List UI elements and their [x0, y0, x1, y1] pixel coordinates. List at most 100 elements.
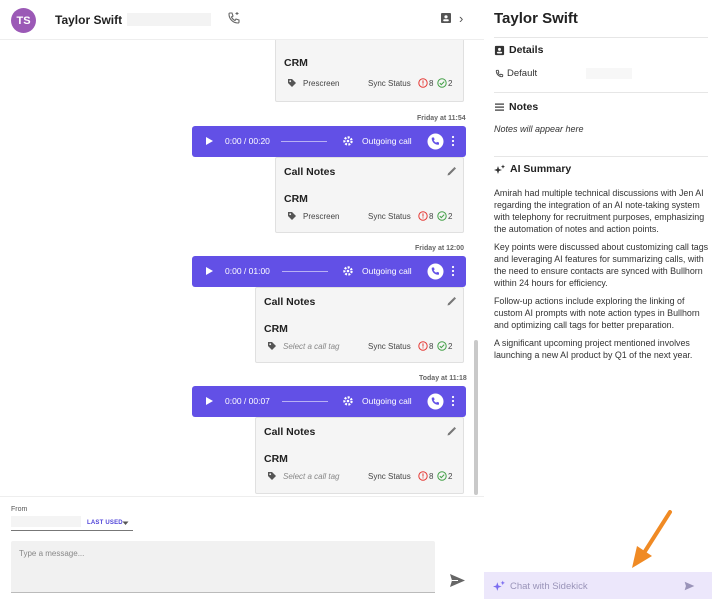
check-circle-icon — [437, 341, 447, 351]
phone-badge-icon[interactable] — [427, 133, 444, 150]
divider — [494, 156, 708, 157]
message-input[interactable]: Type a message... — [11, 541, 435, 593]
check-circle-icon — [437, 78, 447, 88]
summary-paragraph: Amirah had multiple technical discussion… — [494, 188, 705, 234]
error-count: 8 — [429, 212, 434, 221]
sidekick-chat-input[interactable]: Chat with Sidekick — [484, 572, 712, 599]
error-count: 8 — [429, 342, 434, 351]
synced-count: 2 — [448, 79, 453, 88]
playback-progress[interactable] — [281, 141, 327, 142]
details-heading[interactable]: Details — [494, 44, 543, 56]
sync-status-label: Sync Status — [368, 472, 411, 481]
tag-icon[interactable] — [287, 211, 297, 221]
sidebar-title: Taylor Swift — [494, 10, 578, 27]
notes-heading[interactable]: Notes — [494, 101, 538, 113]
more-vertical-icon[interactable] — [451, 394, 455, 408]
message-thread[interactable]: CRM Prescreen Sync Status 8 2 Friday at … — [0, 40, 484, 496]
last-used-badge: LAST USED — [87, 520, 123, 526]
thread-scrollbar[interactable] — [474, 340, 478, 495]
phone-type-label: Default — [507, 68, 538, 79]
lines-icon — [495, 103, 504, 111]
gear-icon[interactable] — [342, 395, 354, 407]
redacted-from-number[interactable] — [11, 516, 81, 527]
sync-status-label: Sync Status — [368, 212, 411, 221]
sync-status-label: Sync Status — [368, 342, 411, 351]
call-direction: Outgoing call — [362, 136, 412, 146]
crm-label: CRM — [284, 57, 308, 69]
call-notes-card: Call Notes CRM Prescreen Sync Status 8 2 — [275, 157, 464, 233]
details-heading-label: Details — [509, 44, 544, 56]
notes-heading-label: Notes — [509, 101, 539, 113]
from-label: From — [11, 506, 28, 513]
send-icon[interactable] — [684, 581, 695, 591]
pencil-icon[interactable] — [446, 166, 457, 177]
message-composer: From LAST USED Type a message... — [0, 496, 484, 599]
error-circle-icon — [418, 78, 428, 88]
from-select-underline — [11, 530, 133, 531]
call-recording-player[interactable]: 0:00 / 01:00 Outgoing call — [192, 256, 466, 287]
ai-summary-heading[interactable]: AI Summary — [494, 163, 571, 175]
ai-summary-heading-label: AI Summary — [510, 163, 572, 175]
play-icon[interactable] — [205, 136, 214, 146]
chevron-right-icon[interactable]: › — [459, 11, 463, 26]
gear-icon[interactable] — [342, 265, 354, 277]
call-timestamp: Today at 11:18 — [419, 375, 467, 382]
play-icon[interactable] — [205, 396, 214, 406]
caret-down-icon[interactable] — [122, 521, 129, 526]
phone-icon[interactable] — [227, 11, 241, 25]
error-circle-icon — [418, 211, 428, 221]
conversation-header: TS Taylor Swift › — [0, 0, 484, 40]
divider — [494, 37, 708, 38]
call-tag-value[interactable]: Prescreen — [303, 212, 339, 221]
call-tag-value[interactable]: Prescreen — [303, 79, 339, 88]
send-icon[interactable] — [449, 573, 466, 588]
check-circle-icon — [437, 471, 447, 481]
call-recording-player[interactable]: 0:00 / 00:07 Outgoing call — [192, 386, 466, 417]
call-direction: Outgoing call — [362, 266, 412, 276]
contact-card-icon — [494, 45, 505, 55]
error-circle-icon — [418, 341, 428, 351]
synced-count: 2 — [448, 472, 453, 481]
call-notes-title: Call Notes — [264, 296, 316, 308]
call-notes-card: CRM Prescreen Sync Status 8 2 — [275, 40, 464, 102]
notes-placeholder[interactable]: Notes will appear here — [494, 124, 584, 134]
tag-icon[interactable] — [267, 341, 277, 351]
error-count: 8 — [429, 472, 434, 481]
call-tag-select[interactable]: Select a call tag — [283, 472, 339, 481]
tag-icon[interactable] — [267, 471, 277, 481]
divider — [494, 92, 708, 93]
message-placeholder: Type a message... — [19, 549, 85, 558]
sync-status-label: Sync Status — [368, 79, 411, 88]
contact-name[interactable]: Taylor Swift — [55, 13, 122, 27]
play-icon[interactable] — [205, 266, 214, 276]
playback-progress[interactable] — [282, 401, 328, 402]
call-notes-card: Call Notes CRM Select a call tag Sync St… — [255, 287, 464, 363]
playback-time: 0:00 / 00:07 — [225, 396, 270, 406]
error-count: 8 — [429, 79, 434, 88]
gear-icon[interactable] — [342, 135, 354, 147]
tag-icon[interactable] — [287, 78, 297, 88]
summary-paragraph: Key points were discussed about customiz… — [494, 242, 709, 288]
call-notes-title: Call Notes — [264, 426, 316, 438]
pencil-icon[interactable] — [446, 426, 457, 437]
synced-count: 2 — [448, 212, 453, 221]
check-circle-icon — [437, 211, 447, 221]
sidekick-chat-placeholder: Chat with Sidekick — [510, 581, 588, 592]
more-vertical-icon[interactable] — [451, 264, 455, 278]
playback-progress[interactable] — [282, 271, 328, 272]
call-tag-select[interactable]: Select a call tag — [283, 342, 339, 351]
summary-paragraph: A significant upcoming project mentioned… — [494, 338, 693, 360]
call-notes-card: Call Notes CRM Select a call tag Sync St… — [255, 417, 464, 494]
crm-label: CRM — [284, 193, 308, 205]
phone-badge-icon[interactable] — [427, 393, 444, 410]
phone-badge-icon[interactable] — [427, 263, 444, 280]
pencil-icon[interactable] — [446, 296, 457, 307]
call-recording-player[interactable]: 0:00 / 00:20 Outgoing call — [192, 126, 466, 157]
playback-time: 0:00 / 00:20 — [225, 136, 270, 146]
avatar[interactable]: TS — [11, 8, 36, 33]
redacted-phone-number[interactable] — [586, 68, 632, 79]
call-timestamp: Friday at 11:54 — [417, 115, 466, 122]
contact-card-icon[interactable] — [440, 12, 452, 24]
more-vertical-icon[interactable] — [451, 134, 455, 148]
app-root: TS Taylor Swift › CRM Prescreen Sync Sta… — [0, 0, 712, 599]
